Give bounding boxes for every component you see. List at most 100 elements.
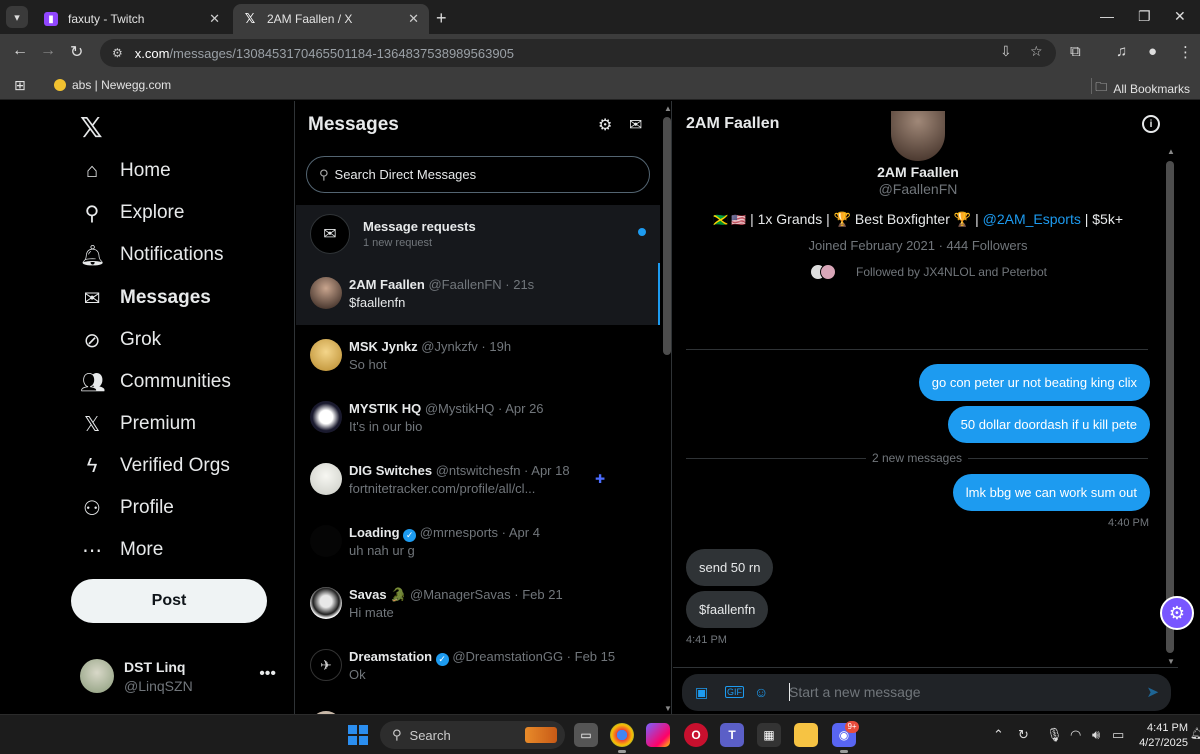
bio-mention-link[interactable]: @2AM_Esports	[983, 211, 1081, 227]
close-icon[interactable]: ✕	[408, 11, 419, 27]
windows-taskbar: ⚲ Search ▭ O T ▦ ◉ 9+ ⌃ ↻ 🎙︎ ◠ 🔊︎ ▭ 4:41…	[0, 714, 1200, 754]
url-field[interactable]: ⚙ x.com /messages/1308453170465501184-13…	[100, 39, 1056, 67]
site-info-icon[interactable]: ⚙	[112, 46, 123, 60]
conversation-item[interactable]: MSK Jynkz @Jynkzfv · 19h So hot	[296, 325, 660, 387]
nav-grok[interactable]: ⊘ Grok	[80, 323, 162, 357]
teams-icon[interactable]: T	[720, 723, 744, 747]
nav-label: Messages	[120, 287, 211, 308]
forward-button[interactable]: →	[40, 42, 56, 60]
close-window-button[interactable]: ✕	[1174, 8, 1186, 25]
nav-notifications[interactable]: 🔔︎ Notifications	[80, 238, 224, 272]
task-view-icon[interactable]: ▭	[574, 723, 598, 747]
search-highlight-icon	[525, 727, 557, 743]
conversation-time: Feb 21	[522, 587, 563, 602]
minimize-button[interactable]: —	[1100, 8, 1114, 24]
dreamstation-logo-icon: ✈	[310, 649, 342, 681]
people-icon: 👥︎	[80, 371, 106, 394]
nav-more[interactable]: ⋯ More	[80, 533, 163, 567]
message-list-scrollbar[interactable]	[663, 117, 671, 355]
bookmark-item[interactable]: abs | Newegg.com	[54, 78, 171, 92]
back-button[interactable]: ←	[12, 42, 28, 60]
nav-premium[interactable]: 𝕏 Premium	[80, 407, 196, 441]
gear-icon[interactable]: ⚙	[598, 115, 612, 135]
nav-label: Communities	[120, 371, 231, 392]
nav-verified-orgs[interactable]: ϟ Verified Orgs	[80, 449, 230, 483]
nav-explore[interactable]: ⚲ Explore	[80, 196, 185, 230]
message-timestamp: 4:40 PM	[1108, 517, 1149, 529]
conversation-item[interactable]: ✈ Dreamstation ✓ @DreamstationGG · Feb 1…	[296, 635, 660, 697]
chevron-up-icon[interactable]: ⌃	[993, 727, 1004, 743]
message-bubble-outgoing[interactable]: lmk bbg we can work sum out	[952, 474, 1150, 511]
system-clock[interactable]: 4:41 PM 4/27/2025	[1128, 721, 1188, 751]
followed-by[interactable]: Followed by JX4NLOL and Peterbot	[810, 264, 1047, 280]
tab-twitch[interactable]: ▮ faxuty - Twitch ✕	[34, 4, 230, 34]
lightning-icon: ϟ	[86, 454, 98, 477]
extensions-icon[interactable]: ⧉	[1070, 43, 1081, 60]
message-bubble-outgoing[interactable]: 50 dollar doordash if u kill pete	[947, 406, 1150, 443]
conversation-scrollbar[interactable]	[1166, 161, 1174, 653]
post-button[interactable]: Post	[71, 579, 267, 623]
settings-float-icon[interactable]: ⚙	[1160, 596, 1194, 630]
url-path: /messages/1308453170465501184-1364837538…	[169, 45, 515, 61]
avatar[interactable]	[891, 111, 945, 161]
close-icon[interactable]: ✕	[209, 11, 220, 27]
sync-icon[interactable]: ↻	[1018, 727, 1029, 743]
reload-button[interactable]: ↻	[70, 42, 83, 62]
emoji-icon[interactable]: ☺	[754, 684, 768, 700]
conversation-item[interactable]: 2AM Faallen @FaallenFN · 21s $faallenfn	[296, 263, 660, 325]
volume-icon[interactable]: 🔊︎	[1092, 727, 1100, 743]
battery-icon[interactable]: ▭	[1112, 727, 1124, 743]
restore-button[interactable]: ❐	[1138, 8, 1151, 25]
scroll-up-arrow-icon[interactable]: ▲	[664, 104, 672, 113]
apps-grid-icon[interactable]: ⊞	[14, 77, 26, 94]
conversation-time: Apr 18	[531, 463, 570, 478]
store-icon[interactable]: ▦	[757, 723, 781, 747]
install-app-icon[interactable]: ⇩	[1000, 43, 1012, 60]
scroll-down-arrow-icon[interactable]: ▼	[1167, 657, 1175, 666]
conversation-item[interactable]: MYSTIK HQ @MystikHQ · Apr 26 It's in our…	[296, 387, 660, 449]
tab-x[interactable]: 𝕏 2AM Faallen / X ✕	[233, 4, 429, 34]
profile-avatar-icon[interactable]: ●	[1148, 43, 1157, 60]
send-icon[interactable]: ➤	[1146, 683, 1159, 701]
media-control-icon[interactable]: ♫	[1116, 43, 1127, 60]
message-requests-row[interactable]: ✉ Message requests 1 new request	[296, 205, 660, 263]
taskbar-search[interactable]: ⚲ Search	[380, 721, 565, 749]
notification-bell-icon[interactable]: 🔔︎	[1190, 727, 1200, 740]
copilot-icon[interactable]	[646, 723, 670, 747]
conversation-item[interactable]: Loading ✓ @mrnesports · Apr 4 uh nah ur …	[296, 511, 660, 573]
bookmark-star-icon[interactable]: ☆	[1030, 43, 1043, 60]
nav-messages[interactable]: ✉ Messages	[80, 281, 211, 315]
message-bubble-outgoing[interactable]: go con peter ur not beating king clix	[918, 364, 1150, 401]
notification-badge: 9+	[845, 721, 859, 733]
conversation-item[interactable]	[296, 697, 660, 714]
nav-profile[interactable]: ⚇ Profile	[80, 491, 174, 525]
conversation-item[interactable]: Savas 🐊 @ManagerSavas · Feb 21 Hi mate	[296, 573, 660, 635]
x-logo-icon[interactable]: 𝕏	[80, 111, 103, 144]
microphone-icon[interactable]: 🎙︎	[1046, 727, 1063, 743]
tab-search-dropdown[interactable]: ▾	[6, 6, 28, 28]
search-input[interactable]: ⚲ Search Direct Messages	[306, 156, 650, 193]
scroll-down-arrow-icon[interactable]: ▼	[664, 704, 672, 713]
info-icon[interactable]: i	[1142, 115, 1160, 133]
nav-home[interactable]: ⌂ Home	[80, 154, 171, 188]
windows-start-icon[interactable]	[348, 725, 368, 745]
all-bookmarks-button[interactable]: 🗀 All Bookmarks	[1095, 78, 1190, 99]
image-icon[interactable]: ▣	[695, 684, 708, 701]
opera-icon[interactable]: O	[684, 723, 708, 747]
message-bubble-incoming[interactable]: send 50 rn	[686, 549, 774, 586]
more-dots-icon[interactable]: •••	[259, 665, 276, 683]
new-tab-button[interactable]: +	[436, 8, 447, 29]
wifi-icon[interactable]: ◠	[1070, 727, 1081, 743]
conversation-item[interactable]: DIG Switches @ntswitchesfn · Apr 18 fort…	[296, 449, 660, 511]
message-input[interactable]	[789, 682, 1129, 702]
nav-communities[interactable]: 👥︎ Communities	[80, 365, 231, 399]
message-bubble-incoming[interactable]: $faallenfn	[686, 591, 769, 628]
person-icon: ⚇	[83, 497, 101, 520]
chrome-icon[interactable]	[610, 723, 634, 753]
account-switcher[interactable]: DST Linq @LinqSZN •••	[80, 657, 280, 697]
gif-icon[interactable]: GIF	[725, 686, 744, 698]
scroll-up-arrow-icon[interactable]: ▲	[1167, 147, 1175, 156]
file-explorer-icon[interactable]	[794, 723, 818, 747]
new-message-icon[interactable]: ✉	[629, 115, 642, 135]
menu-kebab-icon[interactable]: ⋮	[1178, 43, 1193, 61]
